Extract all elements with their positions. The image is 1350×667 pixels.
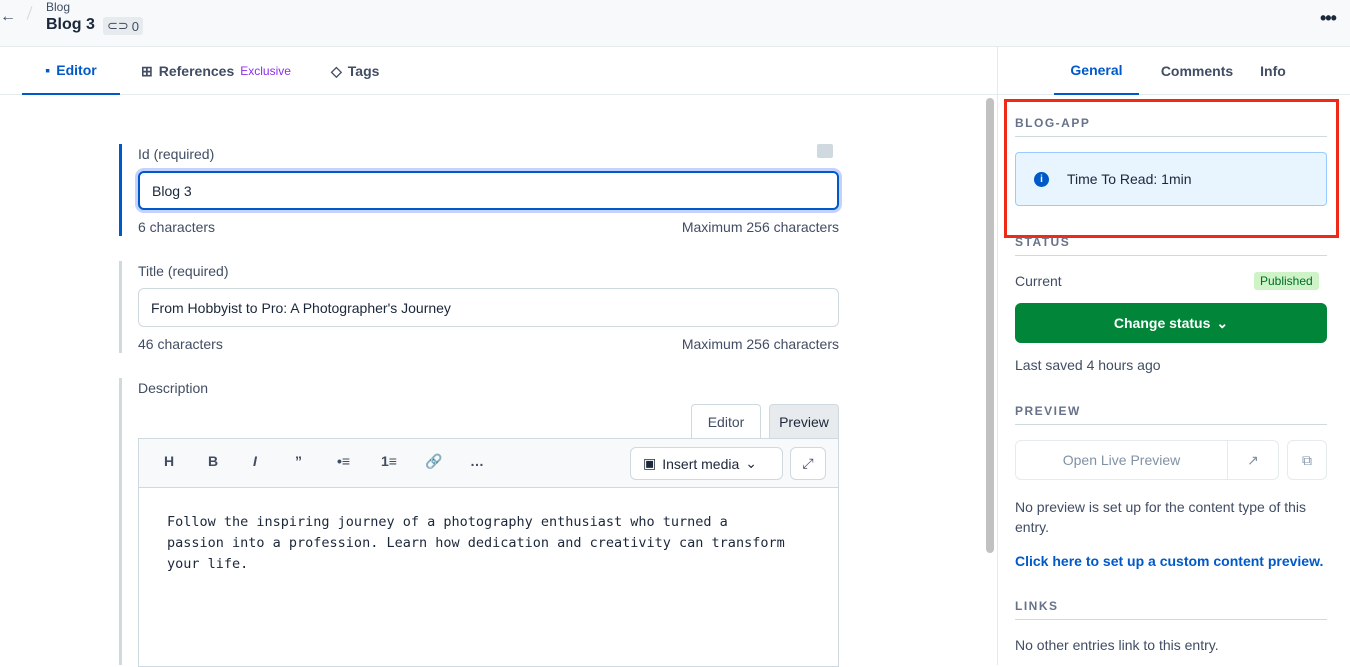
panel-divider	[997, 47, 998, 665]
scrollbar[interactable]	[986, 98, 994, 553]
comment-icon[interactable]	[817, 144, 833, 158]
heading-icon[interactable]: H	[164, 453, 174, 469]
bold-icon[interactable]: B	[208, 453, 218, 469]
external-link-icon: ↗	[1247, 451, 1259, 468]
change-status-button[interactable]: Change status ⌄	[1015, 303, 1327, 343]
tag-icon: ◇	[331, 62, 342, 79]
arrow-left-icon[interactable]: ←	[0, 8, 16, 26]
field-indicator	[119, 378, 122, 665]
link-icon[interactable]: 🔗	[425, 453, 442, 470]
no-links-message: No other entries link to this entry.	[1015, 637, 1219, 653]
open-live-preview-button[interactable]: Open Live Preview	[1015, 440, 1228, 480]
editor-icon: ▪	[45, 62, 51, 78]
chevron-down-icon: ⌄	[745, 455, 758, 471]
tab-label: Tags	[347, 63, 380, 79]
no-preview-message: No preview is set up for the content typ…	[1015, 499, 1307, 535]
tab-label: Editor	[56, 62, 97, 78]
editor-mode-button[interactable]: Editor	[691, 404, 761, 438]
breadcrumb[interactable]: Blog	[46, 0, 70, 14]
markdown-toolbar: H B I ” •≡ 1≡ 🔗 … ▣ Insert media ⌄ ⤢	[138, 438, 839, 488]
max-characters: Maximum 256 characters	[681, 336, 839, 352]
link-icon: ⊂⊃	[107, 18, 129, 33]
page-title: Blog 3	[46, 16, 95, 33]
tab-comments[interactable]: Comments	[1152, 47, 1242, 95]
reference-count-badge: ⊂⊃ 0	[103, 17, 144, 35]
numbered-list-icon[interactable]: 1≡	[381, 453, 397, 469]
status-badge: Published	[1254, 272, 1319, 290]
tab-general[interactable]: General	[1054, 47, 1139, 95]
field-label: Description	[138, 380, 209, 396]
expand-icon: ⤢	[802, 455, 814, 471]
tab-editor[interactable]: ▪ Editor	[22, 47, 120, 95]
external-link-button[interactable]: ↗	[1227, 440, 1279, 480]
entry-header: ← Blog Blog 3 ⊂⊃ 0 •••	[0, 0, 1350, 47]
status-section-title: STATUS	[1015, 235, 1327, 256]
character-count: 6 characters	[138, 219, 216, 235]
tab-label: References	[158, 63, 235, 79]
field-indicator	[119, 261, 122, 353]
exclusive-label: Exclusive	[240, 64, 291, 78]
field-label: Id (required)	[138, 146, 215, 162]
links-section-title: LINKS	[1015, 599, 1327, 620]
max-characters: Maximum 256 characters	[681, 219, 839, 235]
copy-button[interactable]: ⧉	[1287, 440, 1327, 480]
reference-count: 0	[131, 18, 140, 34]
fullscreen-button[interactable]: ⤢	[790, 447, 826, 480]
current-status-label: Current	[1015, 273, 1062, 289]
quote-icon[interactable]: ”	[295, 453, 302, 469]
copy-icon: ⧉	[1302, 451, 1312, 468]
chevron-down-icon: ⌄	[1216, 314, 1229, 331]
change-status-label: Change status	[1113, 315, 1211, 331]
preview-mode-button[interactable]: Preview	[769, 404, 839, 438]
bullet-list-icon[interactable]: •≡	[337, 453, 350, 469]
tab-references[interactable]: ⊞ References Exclusive	[141, 47, 291, 95]
title-field: Title (required) 46 characters Maximum 2…	[119, 261, 839, 353]
character-count: 46 characters	[138, 336, 223, 352]
editor-tabs: ▪ Editor ⊞ References Exclusive ◇ Tags	[0, 47, 998, 95]
italic-icon[interactable]: I	[253, 453, 257, 469]
image-icon: ▣	[643, 455, 657, 471]
more-horizontal-icon[interactable]: •••	[1320, 8, 1337, 29]
last-saved-text: Last saved 4 hours ago	[1015, 357, 1161, 373]
field-label: Title (required)	[138, 263, 229, 279]
title-input[interactable]	[138, 288, 839, 327]
references-icon: ⊞	[141, 62, 153, 79]
id-field: Id (required) 6 characters Maximum 256 c…	[119, 144, 839, 236]
more-icon[interactable]: …	[470, 453, 484, 469]
description-textarea[interactable]: Follow the inspiring journey of a photog…	[138, 487, 839, 667]
setup-preview-link[interactable]: Click here to set up a custom content pr…	[1015, 553, 1323, 569]
id-input[interactable]	[138, 171, 839, 210]
highlight-box	[1004, 99, 1339, 238]
insert-media-label: Insert media	[662, 455, 740, 472]
tab-info[interactable]: Info	[1255, 47, 1291, 95]
header-divider	[26, 6, 33, 20]
insert-media-button[interactable]: ▣ Insert media ⌄	[630, 447, 783, 480]
sidebar-tabs: General Comments Info	[998, 47, 1350, 95]
tab-tags[interactable]: ◇ Tags	[331, 47, 379, 95]
field-indicator	[119, 144, 122, 236]
preview-section-title: PREVIEW	[1015, 404, 1327, 425]
